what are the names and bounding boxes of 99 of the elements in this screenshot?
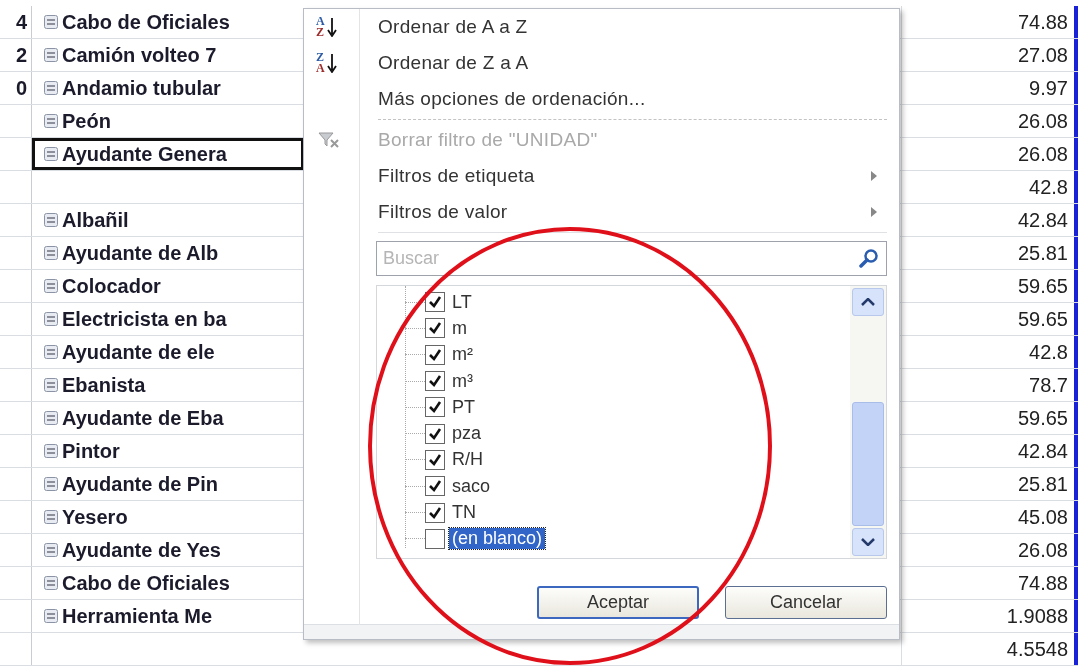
ok-button[interactable]: Aceptar xyxy=(537,586,699,619)
value-cell: 9.97 xyxy=(1029,76,1068,100)
item-name: Cabo de Oficiales xyxy=(62,571,230,595)
collapse-icon[interactable] xyxy=(44,576,58,590)
submenu-arrow-icon xyxy=(871,207,877,217)
value-cell: 59.65 xyxy=(1017,307,1068,331)
value-cell: 78.7 xyxy=(1029,373,1068,397)
resize-grip[interactable] xyxy=(304,624,899,639)
item-name: Cabo de Oficiales xyxy=(62,10,230,34)
item-name: Ayudante de Yes xyxy=(62,538,221,562)
collapse-icon[interactable] xyxy=(44,147,58,161)
value-cell: 59.65 xyxy=(1017,274,1068,298)
checkbox[interactable] xyxy=(425,476,445,497)
item-name: Ebanista xyxy=(62,373,146,397)
collapse-icon[interactable] xyxy=(44,81,58,95)
value-cell: 1.9088 xyxy=(1006,604,1068,628)
funnel-clear-icon xyxy=(318,131,340,149)
checkbox[interactable] xyxy=(425,318,445,339)
row-number-cell: 0 xyxy=(15,76,27,100)
value-cell: 42.8 xyxy=(1029,340,1068,364)
filter-value[interactable]: m xyxy=(449,317,470,339)
menu-item[interactable]: Filtros de valor xyxy=(304,194,887,230)
value-cell: 25.81 xyxy=(1017,472,1068,496)
checkbox[interactable] xyxy=(425,528,445,549)
collapse-icon[interactable] xyxy=(44,48,58,62)
value-cell: 74.88 xyxy=(1017,571,1068,595)
item-name: Pintor xyxy=(62,439,120,463)
collapse-icon[interactable] xyxy=(44,609,58,623)
filter-value[interactable]: LT xyxy=(449,291,475,313)
filter-value[interactable]: PT xyxy=(449,396,478,418)
submenu-arrow-icon xyxy=(871,171,877,181)
item-name: Ayudante de Alb xyxy=(62,241,219,265)
chevron-down-icon xyxy=(861,538,875,546)
collapse-icon[interactable] xyxy=(44,543,58,557)
item-name: Andamio tubular xyxy=(62,76,221,100)
active-cell[interactable]: Ayudante Genera xyxy=(32,138,304,170)
checkbox[interactable] xyxy=(425,292,445,313)
value-cell: 74.88 xyxy=(1017,10,1068,34)
value-cell: 45.08 xyxy=(1017,505,1068,529)
item-name: Ayudante de Eba xyxy=(62,406,224,430)
collapse-icon[interactable] xyxy=(44,279,58,293)
item-name: Herramienta Me xyxy=(62,604,213,628)
value-cell: 25.81 xyxy=(1017,241,1068,265)
value-cell: 59.65 xyxy=(1017,406,1068,430)
filter-value[interactable]: pza xyxy=(449,423,485,445)
scroll-up-button[interactable] xyxy=(852,288,884,316)
value-cell: 26.08 xyxy=(1017,142,1068,166)
value-cell: 42.84 xyxy=(1017,208,1068,232)
collapse-icon[interactable] xyxy=(44,246,58,260)
item-name: Ayudante de Pin xyxy=(62,472,218,496)
filter-value[interactable]: saco xyxy=(449,475,494,497)
value-cell: 42.84 xyxy=(1017,439,1068,463)
collapse-icon[interactable] xyxy=(44,15,58,29)
item-name: Albañil xyxy=(62,208,129,232)
item-name: Yesero xyxy=(62,505,128,529)
menu-item[interactable]: Filtros de etiqueta xyxy=(304,158,887,194)
collapse-icon[interactable] xyxy=(44,312,58,326)
scroll-thumb[interactable] xyxy=(852,402,884,526)
checkbox[interactable] xyxy=(425,344,445,365)
checkbox[interactable] xyxy=(425,449,445,470)
collapse-icon[interactable] xyxy=(44,477,58,491)
search-field[interactable]: Buscar xyxy=(376,241,887,276)
collapse-icon[interactable] xyxy=(44,411,58,425)
checkbox[interactable] xyxy=(425,502,445,523)
scroll-down-button[interactable] xyxy=(852,528,884,556)
filter-value[interactable]: m² xyxy=(449,344,476,366)
checkbox[interactable] xyxy=(425,423,445,444)
checkbox[interactable] xyxy=(425,371,445,392)
filter-value[interactable]: (en blanco) xyxy=(449,528,546,550)
row-number-cell: 4 xyxy=(15,10,27,34)
filter-value[interactable]: TN xyxy=(449,502,479,523)
value-cell: 4.5548 xyxy=(1006,637,1068,661)
chevron-up-icon xyxy=(861,298,875,306)
menu-item[interactable]: Más opciones de ordenación... xyxy=(304,81,887,117)
menu-item[interactable]: Z A Ordenar de Z a A xyxy=(304,45,887,81)
collapse-icon[interactable] xyxy=(44,213,58,227)
value-cell: 27.08 xyxy=(1017,43,1068,67)
search-icon xyxy=(859,248,879,268)
menu-item[interactable]: A Z Ordenar de A a Z xyxy=(304,9,887,45)
item-name: Colocador xyxy=(62,274,161,298)
value-cell: 26.08 xyxy=(1017,109,1068,133)
row-number-cell: 2 xyxy=(15,43,27,67)
collapse-icon[interactable] xyxy=(44,444,58,458)
item-name: Ayudante Genera xyxy=(62,142,227,166)
collapse-icon[interactable] xyxy=(44,345,58,359)
item-name: Ayudante de ele xyxy=(62,340,215,364)
collapse-icon[interactable] xyxy=(44,378,58,392)
value-cell: 42.8 xyxy=(1029,175,1068,199)
checkbox[interactable] xyxy=(425,397,445,418)
filter-value[interactable]: R/H xyxy=(449,449,486,471)
filter-value[interactable]: m³ xyxy=(449,370,476,392)
item-name: Camión volteo 7 xyxy=(62,43,217,67)
value-cell: 26.08 xyxy=(1017,538,1068,562)
scrollbar[interactable] xyxy=(850,286,886,558)
collapse-icon[interactable] xyxy=(44,114,58,128)
item-name: Electricista en ba xyxy=(62,307,227,331)
item-name: Peón xyxy=(62,109,111,133)
cancel-button[interactable]: Cancelar xyxy=(725,586,887,619)
collapse-icon[interactable] xyxy=(44,510,58,524)
